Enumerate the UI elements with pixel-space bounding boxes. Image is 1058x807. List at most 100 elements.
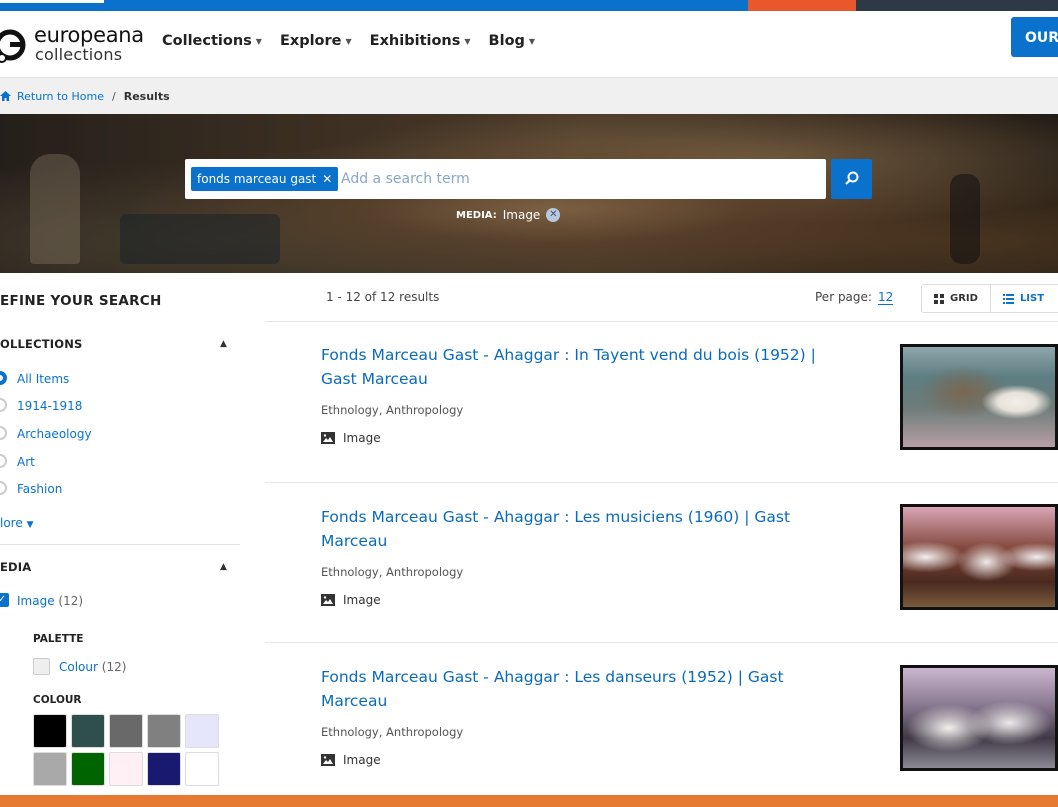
main-nav: Collections ▼ Explore ▼ Exhibitions ▼ Blog ▼ — [162, 33, 535, 49]
result-item: Fonds Marceau Gast - Ahaggar : Les danse… — [321, 665, 841, 767]
remove-filter-icon[interactable]: ✕ — [546, 208, 561, 222]
per-page-selector[interactable]: Per page: 12 — [815, 290, 894, 305]
europeana-logo[interactable]: europeana collections — [0, 23, 144, 67]
sidebar-divider — [0, 544, 240, 545]
search-term-chip-label: fonds marceau gast — [197, 172, 317, 186]
results-count: 1 - 12 of 12 results — [326, 290, 440, 304]
search-hero: fonds marceau gast ✕ Add a search term M… — [0, 114, 1058, 273]
collection-fashion[interactable]: Fashion — [0, 481, 63, 496]
colour-swatch[interactable] — [109, 752, 143, 786]
chevron-down-icon: ▼ — [464, 36, 471, 46]
header-cta-button[interactable]: OUR — [1011, 17, 1058, 57]
palette-colour-count: (12) — [101, 660, 127, 674]
per-page-value[interactable]: 12 — [877, 290, 894, 305]
collection-archaeology[interactable]: Archaeology — [0, 426, 92, 441]
palette-colour-checkbox[interactable]: Colour (12) — [33, 658, 127, 675]
collections-heading[interactable]: OLLECTIONS — [0, 337, 83, 351]
nav-blog-label: Blog — [488, 33, 525, 49]
chevron-down-icon: ▼ — [528, 36, 536, 46]
colour-swatch[interactable] — [109, 714, 143, 748]
logo-text-sub: collections — [35, 45, 123, 64]
result-item: Fonds Marceau Gast - Ahaggar : Les music… — [321, 505, 841, 607]
more-collections-link[interactable]: lore ▼ — [0, 516, 33, 530]
collection-label: 1914-1918 — [17, 399, 83, 413]
colour-swatch[interactable] — [185, 714, 219, 748]
collection-label: Fashion — [17, 482, 63, 496]
palette-heading: PALETTE — [33, 633, 84, 645]
results-divider — [265, 321, 1058, 322]
breadcrumb-current: Results — [123, 89, 170, 103]
result-thumbnail[interactable] — [900, 665, 1058, 771]
active-filter-pill: MEDIA: Image ✕ — [456, 208, 561, 222]
top-strip-dark — [856, 0, 1058, 11]
collection-1914-1918[interactable]: 1914-1918 — [0, 398, 83, 413]
sidebar-title: EFINE YOUR SEARCH — [0, 293, 162, 309]
colour-swatch[interactable] — [71, 714, 105, 748]
collection-all-items[interactable]: All Items — [0, 371, 69, 386]
nav-explore[interactable]: Explore ▼ — [280, 33, 352, 49]
result-meta: Ethnology, Anthropology — [321, 725, 464, 739]
media-heading[interactable]: EDIA — [0, 560, 31, 574]
grid-view-button[interactable]: GRID — [922, 285, 990, 312]
collection-art[interactable]: Art — [0, 454, 35, 469]
search-input[interactable]: fonds marceau gast ✕ Add a search term — [185, 159, 826, 199]
image-icon — [321, 432, 335, 444]
caret-down-icon: ▼ — [26, 520, 34, 530]
colour-heading: COLOUR — [33, 694, 82, 706]
nav-exhibitions-label: Exhibitions — [369, 33, 461, 49]
image-icon — [321, 754, 335, 766]
close-icon[interactable]: ✕ — [322, 172, 332, 186]
result-title-link[interactable]: Fonds Marceau Gast - Ahaggar : In Tayent… — [321, 343, 841, 391]
results-panel: 1 - 12 of 12 results Per page: 12 GRID LI… — [253, 273, 1058, 795]
result-meta: Ethnology, Anthropology — [321, 565, 464, 579]
bottom-color-bar — [0, 795, 1058, 807]
colour-swatch[interactable] — [33, 714, 67, 748]
active-filter-value: Image — [502, 208, 541, 222]
media-image-checkbox[interactable]: ✓ Image (12) — [0, 593, 84, 608]
result-meta: Ethnology, Anthropology — [321, 403, 464, 417]
colour-swatch-grid — [33, 714, 219, 786]
search-icon — [845, 171, 859, 185]
list-view-label: LIST — [1019, 293, 1045, 304]
result-title-link[interactable]: Fonds Marceau Gast - Ahaggar : Les danse… — [321, 665, 841, 713]
breadcrumb-home-link[interactable]: Return to Home — [0, 90, 104, 103]
media-image-label: Image — [17, 594, 55, 608]
result-type: Image — [321, 753, 841, 767]
result-title-link[interactable]: Fonds Marceau Gast - Ahaggar : Les music… — [321, 505, 841, 553]
results-divider — [265, 482, 1058, 483]
result-thumbnail[interactable] — [900, 344, 1058, 450]
logo-text-main: europeana — [34, 23, 144, 47]
chevron-down-icon: ▼ — [345, 36, 352, 46]
result-item: Fonds Marceau Gast - Ahaggar : In Tayent… — [321, 343, 841, 445]
nav-blog[interactable]: Blog ▼ — [489, 33, 536, 49]
chevron-up-icon[interactable]: ▲ — [220, 562, 227, 572]
colour-swatch[interactable] — [147, 714, 181, 748]
search-term-chip[interactable]: fonds marceau gast ✕ — [191, 167, 339, 191]
grid-view-label: GRID — [950, 293, 978, 304]
top-color-strip — [0, 0, 1058, 11]
result-type-label: Image — [343, 431, 381, 445]
result-type-label: Image — [343, 753, 381, 767]
per-page-label: Per page: — [815, 290, 872, 304]
checkmark-icon: ✓ — [0, 593, 9, 607]
colour-swatch[interactable] — [71, 752, 105, 786]
list-view-button[interactable]: LIST — [989, 285, 1056, 312]
chevron-up-icon[interactable]: ▲ — [220, 339, 227, 349]
nav-exhibitions[interactable]: Exhibitions ▼ — [370, 33, 471, 49]
colour-swatch[interactable] — [147, 752, 181, 786]
nav-collections-label: Collections — [162, 33, 252, 49]
radio-unselected — [0, 481, 7, 495]
nav-explore-label: Explore — [279, 33, 342, 49]
site-header: europeana collections Collections ▼ Explo… — [0, 11, 1058, 78]
colour-swatch[interactable] — [33, 752, 67, 786]
results-divider — [265, 642, 1058, 643]
search-placeholder[interactable]: Add a search term — [341, 171, 470, 187]
palette-colour-label: Colour — [59, 660, 98, 674]
search-button[interactable] — [831, 159, 872, 199]
result-thumbnail[interactable] — [900, 504, 1058, 610]
grid-icon — [934, 293, 944, 304]
breadcrumb-separator: / — [112, 89, 116, 103]
nav-collections[interactable]: Collections ▼ — [162, 33, 262, 49]
media-image-count: (12) — [58, 594, 84, 608]
colour-swatch[interactable] — [185, 752, 219, 786]
